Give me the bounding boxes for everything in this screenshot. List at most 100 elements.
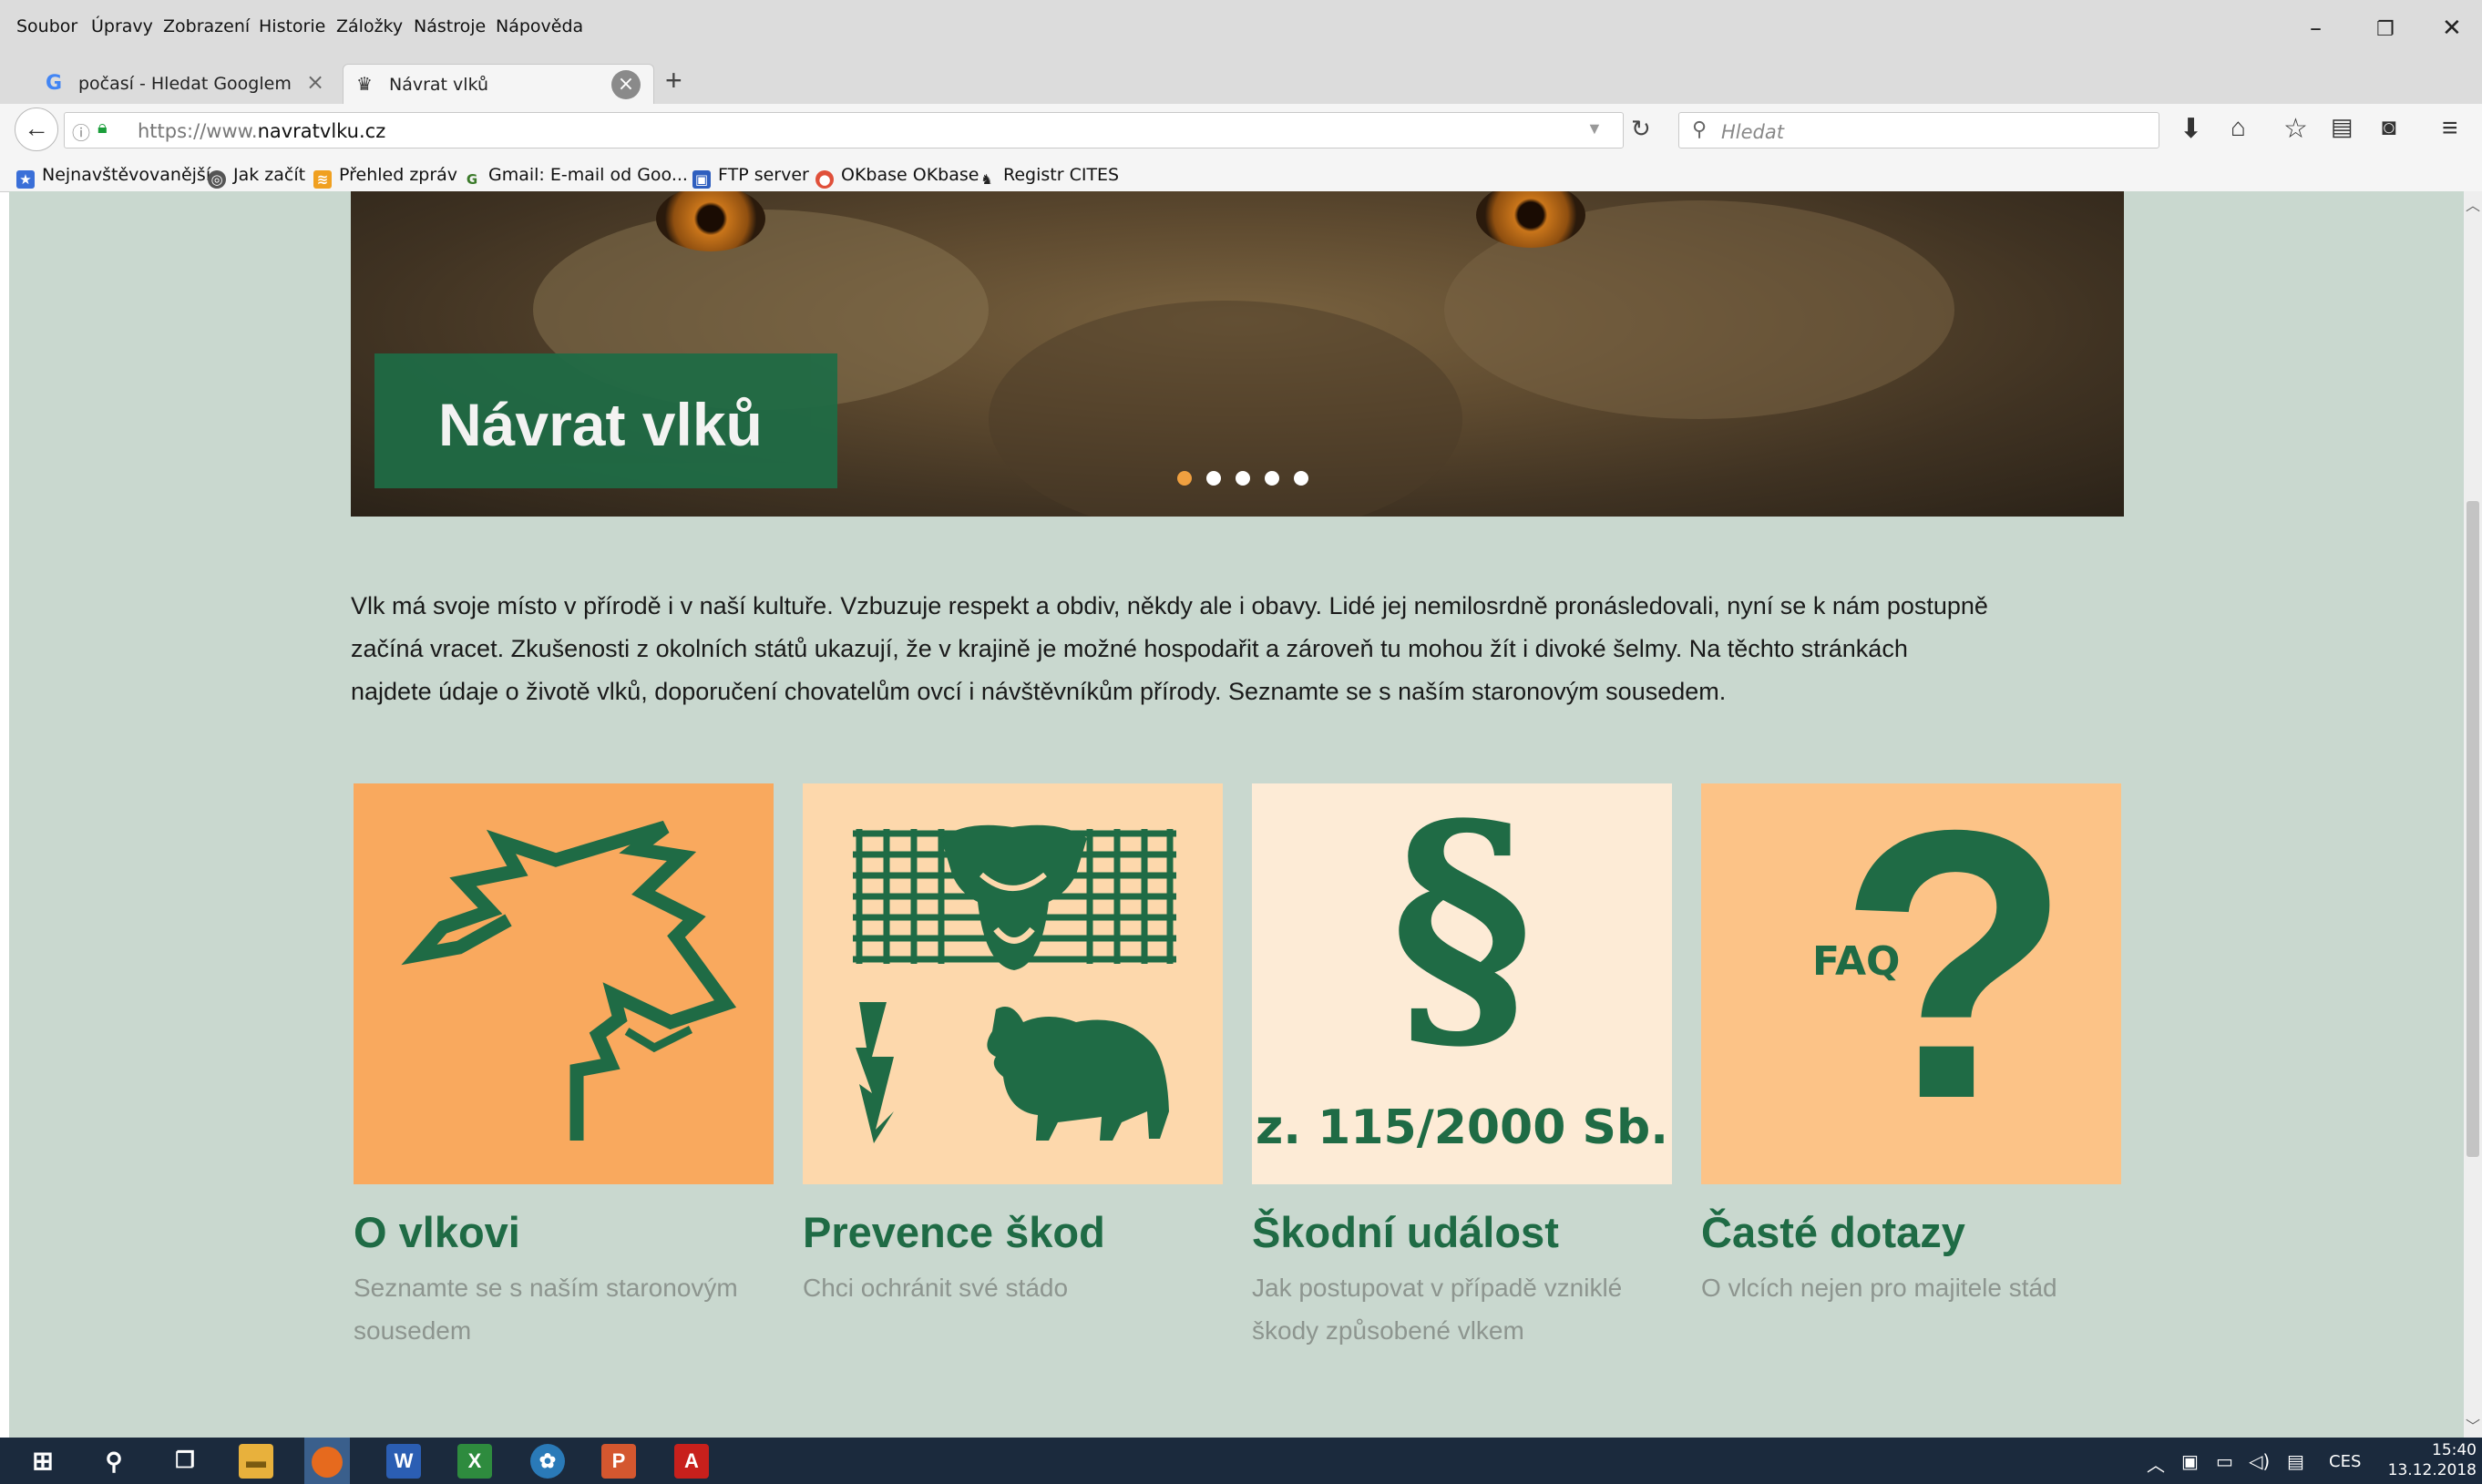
home-icon[interactable]: ⌂ (2231, 113, 2246, 142)
page-content: Návrat vlků Vlk má svoje místo v přírodě… (9, 191, 2464, 1438)
hero-banner: Návrat vlků (351, 191, 2124, 517)
cites-icon: ♞ (980, 171, 993, 188)
firefox-icon: ◎ (208, 170, 226, 189)
menu-help[interactable]: Nápověda (496, 16, 583, 36)
library-icon[interactable]: ▤ (2331, 113, 2354, 141)
faq-label: FAQ (1812, 938, 1901, 985)
card-tile[interactable]: § z. 115/2000 Sb. (1252, 774, 1672, 1184)
scroll-down-icon[interactable]: ﹀ (2466, 1414, 2480, 1436)
card-subtitle: Chci ochránit své stádo (803, 1274, 1069, 1302)
slider-dot[interactable] (1236, 471, 1250, 486)
card-subtitle: O vlcích nejen pro majitele stád (1701, 1274, 2057, 1302)
card-subtitle: Seznamte se s naším staronovým sousedem (354, 1274, 738, 1345)
excel-icon[interactable]: X (457, 1444, 492, 1479)
slider-dot[interactable] (1294, 471, 1308, 486)
clock-date: 13.12.2018 (2387, 1461, 2477, 1479)
card-tile[interactable] (354, 783, 774, 1184)
file-explorer-icon[interactable]: ▬ (239, 1444, 273, 1479)
menu-hamburger-icon[interactable]: ≡ (2442, 113, 2458, 144)
language-indicator[interactable]: CES (2329, 1452, 2361, 1471)
bookmark-ftp[interactable]: ▣ FTP server (692, 165, 809, 189)
menu-bar: Soubor Úpravy Zobrazení Historie Záložky… (0, 0, 2482, 58)
tab-navrat-vlku[interactable]: ♛ Návrat vlků × (343, 64, 654, 105)
reload-icon[interactable]: ↻ (1631, 115, 1651, 143)
network-icon[interactable]: ▭ (2216, 1450, 2233, 1472)
word-icon[interactable]: W (386, 1444, 421, 1479)
volume-icon[interactable]: ◁) (2249, 1450, 2270, 1472)
card-caste-dotazy[interactable]: ? FAQ Časté dotazy O vlcích nejen pro ma… (1701, 756, 2121, 1302)
bookmark-getting-started[interactable]: ◎ Jak začít (208, 165, 305, 189)
bookmark-cites[interactable]: ♞ Registr CITES (978, 165, 1119, 189)
back-arrow-icon[interactable]: ← (15, 107, 58, 151)
acrobat-icon[interactable]: A (674, 1444, 709, 1479)
powerpoint-icon[interactable]: P (601, 1444, 636, 1479)
wolf-head-icon (401, 820, 737, 1141)
clock[interactable]: 15:40 13.12.2018 (2376, 1440, 2477, 1480)
search-icon[interactable]: ⚲ (97, 1444, 131, 1479)
close-tab-icon[interactable]: × (611, 70, 641, 99)
card-title[interactable]: Prevence škod (803, 1207, 1105, 1257)
card-tile[interactable]: ? FAQ (1701, 756, 2121, 1184)
lock-icon[interactable]: 🔒︎ (97, 118, 108, 138)
okbase-icon: ● (815, 170, 834, 189)
bookmark-star-icon[interactable]: ☆ (2283, 113, 2308, 145)
tray-app-icon[interactable]: ▣ (2181, 1450, 2199, 1472)
menu-edit[interactable]: Úpravy (91, 16, 153, 36)
hero-title: Návrat vlků (438, 391, 763, 458)
new-tab-icon[interactable]: + (665, 64, 682, 97)
menu-view[interactable]: Zobrazení (163, 16, 250, 36)
computer-icon: ▣ (692, 170, 711, 189)
minimize-icon[interactable]: – (2310, 15, 2322, 42)
card-title[interactable]: O vlkovi (354, 1207, 520, 1257)
firefox-taskbar-icon[interactable] (304, 1438, 350, 1484)
tray-chevron-icon[interactable]: ︿ (2147, 1450, 2165, 1477)
pocket-icon[interactable]: ◙ (2382, 113, 2396, 141)
intro-text: Vlk má svoje místo v přírodě i v naší ku… (351, 585, 2137, 713)
menu-file[interactable]: Soubor (16, 16, 77, 36)
search-input[interactable]: ⚲ Hledat (1678, 112, 2159, 148)
url-text: https://www.navratvlku.cz (138, 120, 386, 142)
close-icon[interactable]: ✕ (2442, 15, 2462, 42)
law-reference: z. 115/2000 Sb. (1256, 1100, 1668, 1155)
url-dropdown-icon[interactable]: ▼ (1586, 119, 1603, 138)
slider-dot[interactable] (1265, 471, 1279, 486)
clock-time: 15:40 (2432, 1441, 2477, 1459)
google-icon: G (466, 171, 478, 188)
card-tile[interactable] (803, 783, 1223, 1184)
page-scrollbar[interactable]: ︿ ﹀ (2464, 191, 2482, 1438)
download-icon[interactable]: ⬇ (2179, 113, 2202, 145)
bookmark-okbase[interactable]: ● OKbase OKbase (815, 165, 979, 189)
tab-label: Návrat vlků (389, 75, 489, 95)
scroll-thumb[interactable] (2467, 501, 2479, 1157)
tab-google-search[interactable]: G počasí - Hledat Googlem × (33, 64, 333, 104)
windows-taskbar: ⊞ ⚲ ❐ ▬ W X ✿ P A ︿ ▣ ▭ ◁) ▤ CES 15:40 1… (0, 1438, 2482, 1484)
bookmarks-bar: ★ Nejnavštěvovanější ◎ Jak začít ≋ Přehled … (0, 157, 2482, 192)
menu-tools[interactable]: Nástroje (414, 16, 486, 36)
bookmark-news[interactable]: ≋ Přehled zpráv (313, 165, 457, 189)
card-subtitle: Jak postupovat v případě vzniklé škody z… (1252, 1274, 1623, 1345)
fence-sheep-dog-icon (853, 824, 1176, 1143)
scroll-up-icon[interactable]: ︿ (2466, 193, 2480, 215)
url-bar[interactable]: ⓘ 🔒︎ https://www.navratvlku.cz ▼ (64, 112, 1624, 148)
close-tab-icon[interactable]: × (306, 69, 324, 95)
info-icon[interactable]: ⓘ (72, 118, 90, 145)
slider-dot[interactable] (1206, 471, 1221, 486)
card-prevence-skod[interactable]: Prevence škod Chci ochránit své stádo (803, 783, 1223, 1302)
hero-title-box: Návrat vlků (374, 353, 837, 488)
menu-bookmarks[interactable]: Záložky (336, 16, 403, 36)
bookmark-most-visited[interactable]: ★ Nejnavštěvovanější (16, 165, 210, 189)
slider-dot[interactable] (1177, 471, 1192, 486)
intro-line: najdete údaje o životě vlků, doporučení … (351, 678, 1727, 705)
card-title[interactable]: Časté dotazy (1701, 1207, 1965, 1257)
windows-start-icon[interactable]: ⊞ (26, 1444, 60, 1479)
task-view-icon[interactable]: ❐ (168, 1444, 202, 1479)
card-title[interactable]: Škodní událost (1252, 1207, 1559, 1257)
card-skodni-udalost[interactable]: § z. 115/2000 Sb. Škodní událost Jak pos… (1252, 774, 1672, 1345)
card-o-vlkovi[interactable]: O vlkovi Seznamte se s naším staronovým … (354, 783, 774, 1345)
nav-bar: ← ⓘ 🔒︎ https://www.navratvlku.cz ▼ ↻ ⚲ H… (0, 104, 2482, 157)
restore-icon[interactable]: ❐ (2376, 18, 2395, 41)
notification-icon[interactable]: ▤ (2287, 1450, 2304, 1472)
menu-history[interactable]: Historie (259, 16, 325, 36)
bookmark-gmail[interactable]: G Gmail: E-mail od Goo... (463, 165, 688, 189)
app-icon[interactable]: ✿ (530, 1444, 565, 1479)
